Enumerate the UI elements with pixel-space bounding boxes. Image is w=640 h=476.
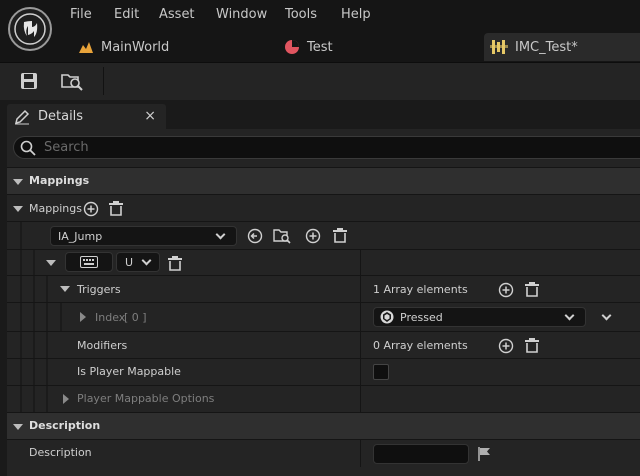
modifiers-count: 0 Array elements	[373, 339, 468, 352]
action-dropdown[interactable]: IA_Jump	[50, 226, 237, 246]
tab-label: Test	[307, 39, 333, 55]
search-input[interactable]: Search	[13, 136, 640, 159]
is-player-mappable-label: Is Player Mappable	[77, 365, 181, 378]
menu-asset[interactable]: Asset	[159, 7, 195, 22]
browse-asset-icon[interactable]	[273, 227, 291, 245]
expand-options-chevron-icon[interactable]	[601, 310, 612, 321]
triggers-count: 1 Array elements	[373, 283, 468, 296]
delete-icon[interactable]	[333, 227, 347, 243]
trigger-type-value: Pressed	[400, 310, 443, 324]
delete-all-icon[interactable]	[109, 200, 123, 216]
index-label: Index	[95, 311, 126, 324]
category-label: Mappings	[29, 174, 90, 187]
is-player-mappable-checkbox[interactable]	[373, 364, 389, 380]
details-tab-label: Details	[38, 109, 84, 124]
browse-to-asset-button[interactable]	[58, 67, 86, 95]
menu-help[interactable]: Help	[341, 7, 371, 22]
collapse-arrow-icon	[13, 424, 23, 430]
add-element-icon[interactable]	[498, 282, 514, 298]
unreal-logo-icon[interactable]	[8, 7, 52, 51]
chevron-down-icon	[215, 229, 226, 240]
action-mapping-row: IA_Jump	[7, 221, 640, 250]
add-element-icon[interactable]	[83, 201, 99, 217]
triggers-label: Triggers	[77, 283, 121, 296]
triggers-row: Triggers 1 Array elements	[7, 275, 640, 303]
expand-arrow-icon[interactable]	[63, 394, 69, 404]
chevron-down-icon	[141, 255, 152, 266]
key-mapping-row: U	[7, 249, 640, 276]
description-row: Description	[7, 439, 640, 467]
tab-mainworld[interactable]: MainWorld	[72, 33, 169, 61]
expand-arrow-icon[interactable]	[46, 260, 56, 266]
delete-icon[interactable]	[168, 255, 182, 271]
menu-window[interactable]: Window	[216, 7, 267, 22]
browse-asset-icon	[61, 74, 83, 91]
key-dropdown[interactable]: U	[116, 252, 160, 272]
close-icon[interactable]: ×	[144, 108, 156, 124]
trigger-type-dropdown[interactable]: Pressed	[373, 307, 586, 327]
add-element-icon[interactable]	[305, 228, 321, 244]
tab-label: MainWorld	[101, 39, 170, 55]
tab-details[interactable]: Details ×	[7, 104, 166, 129]
modifiers-row: Modifiers 0 Array elements	[7, 331, 640, 359]
pie-icon	[285, 40, 299, 54]
level-icon	[79, 42, 93, 53]
description-label: Description	[29, 446, 92, 459]
mappings-label: Mappings	[29, 202, 82, 215]
trigger-pressed-icon	[380, 310, 394, 324]
is-player-mappable-row: Is Player Mappable	[7, 358, 640, 386]
input-mapping-icon	[490, 40, 508, 54]
key-value: U	[125, 255, 134, 269]
save-button[interactable]	[15, 67, 43, 95]
modifiers-label: Modifiers	[77, 339, 128, 352]
delete-all-icon[interactable]	[525, 281, 539, 297]
player-mappable-options-label: Player Mappable Options	[77, 392, 215, 405]
description-input[interactable]	[373, 444, 469, 464]
menu-edit[interactable]: Edit	[114, 7, 139, 22]
toolbar	[0, 62, 640, 100]
tab-imc-test[interactable]: IMC_Test*	[484, 33, 640, 61]
save-icon	[21, 73, 37, 89]
expand-arrow-icon[interactable]	[80, 312, 86, 322]
search-placeholder: Search	[44, 140, 89, 155]
index-value: [ 0 ]	[124, 311, 147, 324]
menu-file[interactable]: File	[70, 7, 92, 22]
tab-label: IMC_Test*	[515, 39, 578, 55]
tab-test[interactable]: Test	[278, 33, 333, 61]
chevron-down-icon	[564, 310, 575, 321]
details-icon	[14, 109, 30, 124]
toolbar-divider	[103, 67, 104, 95]
mappings-row: Mappings	[7, 194, 640, 221]
expand-arrow-icon[interactable]	[13, 206, 23, 212]
search-icon	[20, 140, 36, 156]
menu-tools[interactable]: Tools	[285, 7, 317, 22]
category-label: Description	[29, 419, 101, 432]
use-selected-asset-icon[interactable]	[247, 228, 263, 244]
category-mappings[interactable]: Mappings	[7, 167, 640, 194]
delete-all-icon[interactable]	[525, 337, 539, 353]
expand-arrow-icon[interactable]	[60, 286, 70, 292]
collapse-arrow-icon	[13, 179, 23, 185]
key-selector-button[interactable]	[65, 252, 113, 272]
player-mappable-options-row: Player Mappable Options	[7, 385, 640, 413]
trigger-index-row: Index [ 0 ] Pressed	[7, 302, 640, 332]
localization-flag-icon[interactable]	[477, 446, 491, 462]
add-element-icon[interactable]	[498, 338, 514, 354]
category-description[interactable]: Description	[7, 412, 640, 439]
keyboard-icon	[80, 256, 98, 268]
action-value: IA_Jump	[58, 229, 103, 243]
